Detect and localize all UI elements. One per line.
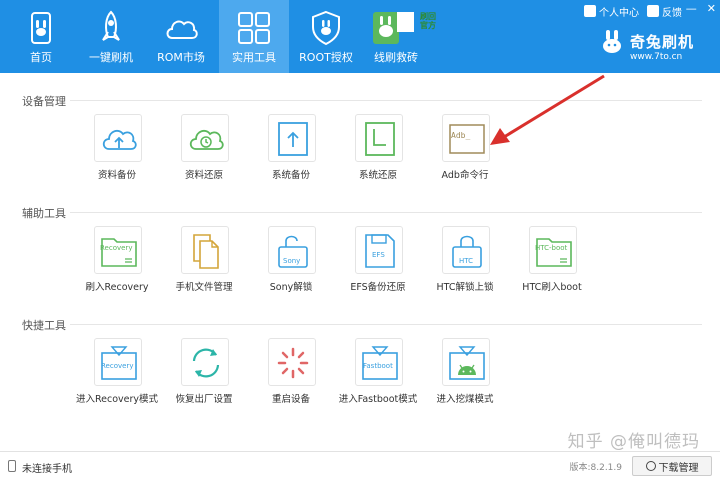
upload-box-icon (278, 122, 308, 156)
grid-icon (238, 12, 270, 44)
header-bar: 首页 一键刷机 ROM市场 实用工具 ROOT授权 刷回官方 线刷救砖 个人中心… (0, 0, 720, 73)
nav-root[interactable]: ROOT授权 (291, 0, 361, 73)
version-label: 版本:8.2.1.9 (569, 463, 622, 473)
rabbit-logo-icon (603, 30, 621, 53)
tile-text: Recovery (101, 362, 134, 370)
android-mining-icon (449, 346, 485, 380)
section-title-auxiliary-tools: 辅助工具 (22, 207, 66, 220)
status-bar: 未连接手机 版本:8.2.1.9 下载管理 (0, 451, 720, 480)
annotation-arrow (490, 74, 605, 145)
nav-one-click-flash-label: 一键刷机 (89, 51, 133, 64)
nav-home-label: 首页 (30, 51, 52, 64)
nav-line-flash-label: 线刷救砖 (374, 51, 418, 64)
rabbit-phone-icon (31, 12, 51, 44)
nav-home[interactable]: 首页 (6, 0, 76, 73)
tool-htc-unlock[interactable]: HTC HTC解锁上锁 (422, 226, 508, 302)
brand-site: www.7to.cn (630, 52, 683, 62)
factory-reset-icon (192, 348, 220, 378)
nav-utilities[interactable]: 实用工具 (219, 0, 289, 73)
nav-line-flash[interactable]: 刷回官方 线刷救砖 (361, 0, 436, 73)
download-manager-button[interactable]: 下载管理 (632, 456, 712, 476)
window-controls: — ✕ (686, 2, 716, 15)
tool-flash-recovery[interactable]: Recovery 刷入Recovery (74, 226, 160, 302)
tool-reboot-device[interactable]: 重启设备 (248, 338, 334, 414)
tool-data-restore[interactable]: 资料还原 (161, 114, 247, 190)
tool-system-restore[interactable]: 系统还原 (335, 114, 421, 190)
app-window: 首页 一键刷机 ROM市场 实用工具 ROOT授权 刷回官方 线刷救砖 个人中心… (0, 0, 720, 480)
tool-data-backup[interactable]: 资料备份 (74, 114, 160, 190)
feedback-link[interactable]: 反馈 (647, 4, 682, 19)
minimize-button[interactable]: — (686, 2, 697, 15)
tool-file-manager[interactable]: 手机文件管理 (161, 226, 247, 302)
rocket-icon (102, 10, 120, 41)
unlock-icon (278, 235, 308, 268)
watermark: 知乎 @俺叫德玛 (567, 432, 700, 452)
tool-system-backup[interactable]: 系统备份 (248, 114, 334, 190)
restore-box-icon (365, 122, 395, 156)
section-divider (70, 212, 702, 213)
tool-htc-flash-boot[interactable]: HTC-boot HTC刷入boot (509, 226, 595, 302)
nav-root-label: ROOT授权 (299, 51, 353, 64)
brand-name: 奇兔刷机 (630, 33, 695, 51)
tile-text: EFS (372, 251, 385, 259)
section-title-device-management: 设备管理 (22, 95, 66, 108)
feedback-icon (647, 5, 659, 17)
tool-enter-fastboot[interactable]: Fastboot 进入Fastboot模式 (335, 338, 421, 414)
section-divider (70, 324, 702, 325)
user-icon (584, 5, 596, 17)
clock-restore-icon (189, 129, 224, 150)
tile-text: Recovery (100, 244, 133, 252)
top-links: 个人中心 反馈 (584, 2, 682, 20)
tool-enter-recovery[interactable]: Recovery 进入Recovery模式 (74, 338, 160, 414)
download-icon (645, 461, 656, 471)
tile-text: HTC-boot (535, 244, 568, 252)
cloud-upload-icon (102, 129, 137, 150)
nav-one-click-flash[interactable]: 一键刷机 (76, 0, 146, 73)
tile-text: Adb_ (451, 131, 471, 140)
shield-icon (312, 10, 340, 46)
documents-icon (193, 234, 219, 269)
cloud-icon (166, 20, 198, 39)
section-title-quick-tools: 快捷工具 (22, 319, 66, 332)
close-button[interactable]: ✕ (707, 2, 716, 15)
reboot-spinner-icon (277, 347, 309, 379)
connection-status: 未连接手机 (22, 464, 72, 475)
tile-text: Fastboot (363, 362, 393, 370)
nav-rom-market[interactable]: ROM市场 (146, 0, 216, 73)
tile-text: Sony (283, 257, 301, 265)
nav-rom-market-label: ROM市场 (157, 51, 205, 64)
tool-sony-unlock[interactable]: Sony Sony解锁 (248, 226, 334, 302)
tool-enter-mining-mode[interactable]: 进入挖煤模式 (422, 338, 508, 414)
tool-factory-reset[interactable]: 恢复出厂设置 (161, 338, 247, 414)
phone-icon (8, 460, 16, 472)
lock-icon (452, 235, 482, 268)
rabbit-badge-icon (373, 12, 415, 44)
user-center-link[interactable]: 个人中心 (584, 4, 639, 19)
tool-efs-backup[interactable]: EFS EFS备份还原 (335, 226, 421, 302)
flash-official-badge: 刷回官方 (420, 12, 436, 30)
nav-utilities-label: 实用工具 (232, 51, 276, 64)
tile-text: HTC (459, 257, 474, 265)
brand-logo: 奇兔刷机 www.7to.cn (600, 30, 710, 66)
